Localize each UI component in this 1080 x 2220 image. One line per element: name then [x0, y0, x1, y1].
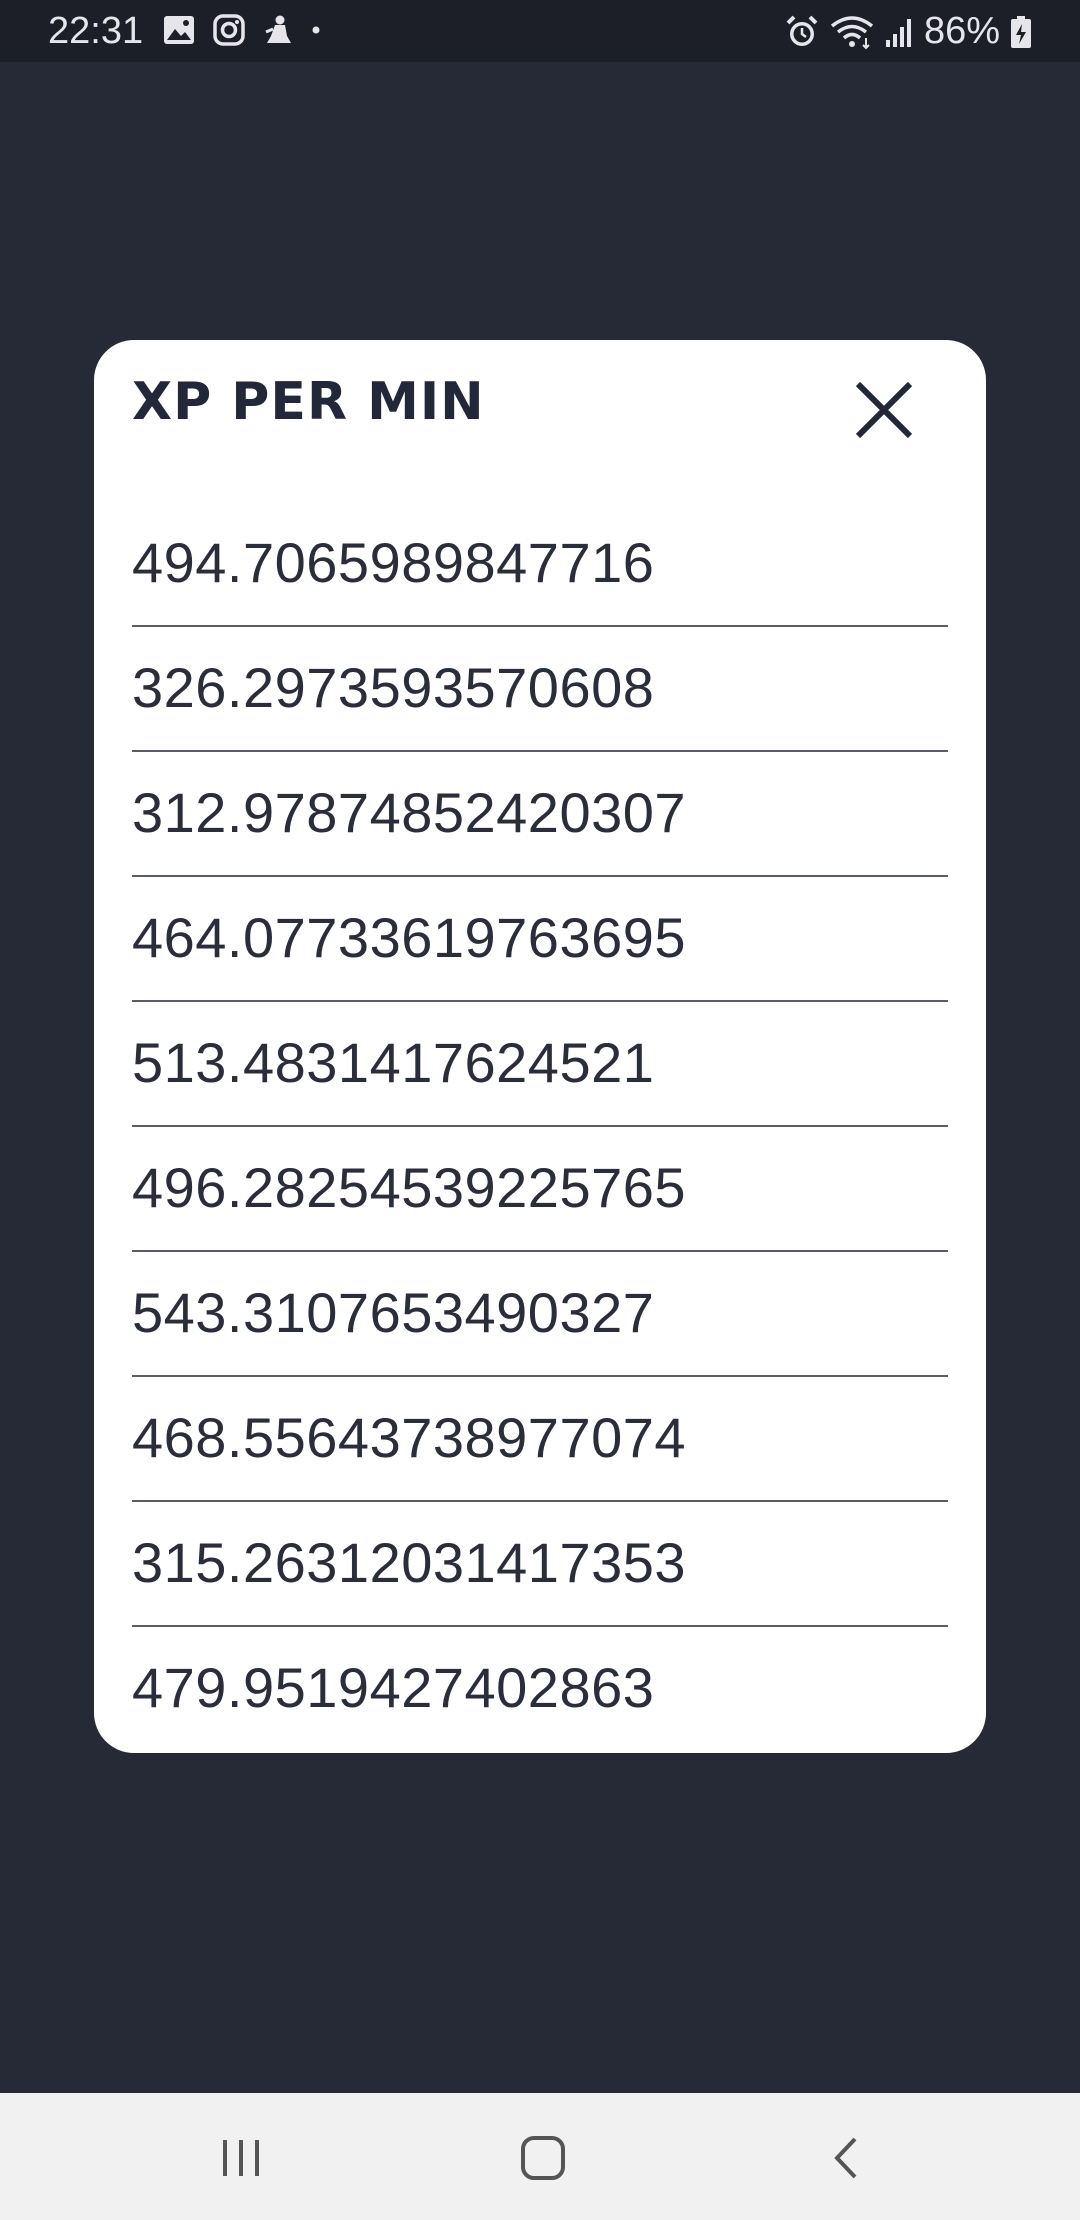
list-item[interactable]: 315.26312031417353 [132, 1502, 948, 1627]
list-item-value: 464.07733619763695 [132, 906, 687, 969]
dialog-title: XP PER MIN [132, 372, 485, 432]
list-item-value: 326.2973593570608 [132, 656, 655, 719]
close-button[interactable] [844, 370, 924, 450]
list-item-value: 479.9519427402863 [132, 1656, 655, 1719]
list-item-value: 468.55643738977074 [132, 1406, 687, 1469]
list-item[interactable]: 326.2973593570608 [132, 627, 948, 752]
gallery-icon [163, 15, 195, 45]
list-item[interactable]: 494.7065989847716 [132, 502, 948, 627]
signal-icon [884, 16, 914, 48]
list-item[interactable]: 543.3107653490327 [132, 1252, 948, 1377]
list-item[interactable]: 468.55643738977074 [132, 1377, 948, 1502]
status-time: 22:31 [48, 10, 144, 52]
recent-apps-icon [223, 2140, 259, 2176]
close-icon [855, 381, 913, 439]
back-button[interactable] [796, 2123, 896, 2193]
home-icon [521, 2136, 565, 2180]
instagram-icon [213, 14, 245, 46]
wifi-icon [830, 14, 874, 50]
recent-apps-button[interactable] [191, 2123, 291, 2193]
app-notification-icon [263, 14, 293, 46]
xp-per-min-dialog: XP PER MIN 494.7065989847716 326.2973593… [94, 340, 986, 1753]
list-item-value: 312.97874852420307 [132, 781, 687, 844]
list-item-value: 543.3107653490327 [132, 1281, 655, 1344]
list-item-value: 315.26312031417353 [132, 1531, 687, 1594]
status-left-icons [163, 14, 321, 46]
list-item[interactable]: 464.07733619763695 [132, 877, 948, 1002]
list-item-value: 494.7065989847716 [132, 531, 655, 594]
list-item[interactable]: 312.97874852420307 [132, 752, 948, 877]
list-item-value: 513.4831417624521 [132, 1031, 655, 1094]
status-right: 86% [784, 10, 1032, 53]
alarm-icon [784, 14, 820, 50]
dot-icon [311, 25, 321, 35]
back-icon [834, 2137, 857, 2179]
list-item[interactable]: 479.9519427402863 [132, 1627, 948, 1752]
xp-list: 494.7065989847716 326.2973593570608 312.… [132, 502, 948, 1752]
list-item[interactable]: 496.28254539225765 [132, 1127, 948, 1252]
battery-charging-icon [1010, 15, 1032, 49]
battery-level: 86% [923, 10, 1000, 52]
home-button[interactable] [493, 2123, 593, 2193]
status-bar: 22:31 86% [0, 0, 1080, 62]
list-item[interactable]: 513.4831417624521 [132, 1002, 948, 1127]
navigation-bar [0, 2093, 1080, 2220]
list-item-value: 496.28254539225765 [132, 1156, 687, 1219]
